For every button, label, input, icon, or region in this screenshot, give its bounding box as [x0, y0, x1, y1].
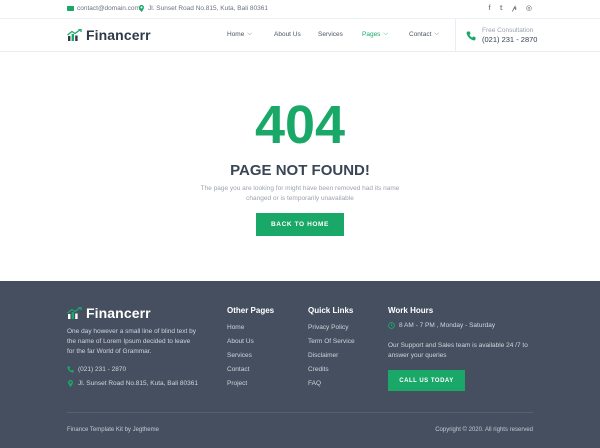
site-footer: Financerr One day however a small line o…: [0, 281, 600, 448]
topbar-email-text: contact@domain.com: [77, 5, 140, 12]
other-pages-heading: Other Pages: [227, 306, 275, 315]
footer-link-term-of-service[interactable]: Term Of Service: [308, 338, 355, 345]
footer-address: Jl. Sunset Road No.815, Kuta, Bali 80361: [67, 380, 198, 387]
footer-logo-text: Financerr: [86, 305, 151, 321]
work-hours: 8 AM - 7 PM , Monday - Saturday: [388, 322, 495, 329]
description-line-1: The page you are looking for might have …: [200, 185, 400, 192]
footer-link-privacy-policy[interactable]: Privacy Policy: [308, 324, 348, 331]
consult-label: Free Consultation: [482, 27, 534, 34]
facebook-icon[interactable]: f: [489, 5, 491, 12]
page-title: PAGE NOT FOUND!: [230, 162, 370, 179]
about-line-1: One day however a small line of blind te…: [67, 328, 196, 335]
nav-pages[interactable]: Pages ⌵: [362, 31, 388, 38]
footer-link-credits[interactable]: Credits: [308, 366, 329, 373]
nav-about-us[interactable]: About Us: [274, 31, 301, 38]
work-hours-text: 8 AM - 7 PM , Monday - Saturday: [399, 322, 496, 329]
clock-icon: [388, 322, 395, 329]
nav-contact-label: Contact: [409, 31, 432, 38]
instagram-icon[interactable]: ◎: [526, 5, 532, 12]
quick-links-heading: Quick Links: [308, 306, 354, 315]
map-pin-icon: [139, 5, 144, 12]
topbar-address: Jl. Sunset Road No.815, Kuta, Bali 80361: [138, 5, 268, 12]
chevron-down-icon: ⌵: [434, 31, 439, 37]
support-text: Our Support and Sales team is available …: [388, 341, 548, 361]
description-line-2: changed or is temporarily unavailable: [246, 195, 354, 202]
footer-link-contact[interactable]: Contact: [227, 366, 249, 373]
phone-icon: [466, 31, 476, 41]
footer-link-about-us[interactable]: About Us: [227, 338, 254, 345]
footer-logo[interactable]: Financerr: [67, 305, 151, 321]
footer-phone-text: (021) 231 - 2870: [78, 366, 127, 373]
site-logo[interactable]: Financerr: [67, 27, 151, 43]
error-code: 404: [254, 95, 346, 155]
footer-link-disclaimer[interactable]: Disclaimer: [308, 352, 338, 359]
free-consultation[interactable]: Free Consultation (021) 231 - 2870: [466, 27, 537, 45]
logo-chart-icon: [67, 29, 82, 41]
nav-about-label: About Us: [274, 31, 301, 38]
map-pin-icon: [68, 380, 73, 387]
about-line-2: the name of Lorem Ipsum decided to leave: [67, 338, 191, 345]
footer-copyright: Copyright © 2020. All rights reserved: [435, 427, 533, 433]
pinterest-icon[interactable]: 𝓅: [512, 5, 517, 12]
social-links: f 𝕥 𝓅 ◎: [489, 5, 532, 12]
back-to-home-button[interactable]: BACK TO HOME: [256, 213, 344, 236]
footer-credit: Finance Template Kit by Jegtheme: [67, 427, 159, 433]
nav-services[interactable]: Services: [318, 31, 343, 38]
logo-text: Financerr: [86, 27, 151, 43]
not-found-section: 404 PAGE NOT FOUND! The page you are loo…: [0, 52, 600, 281]
mail-icon: [67, 6, 74, 11]
footer-divider: [67, 412, 533, 413]
topbar-address-text: Jl. Sunset Road No.815, Kuta, Bali 80361: [148, 5, 268, 12]
nav-services-label: Services: [318, 31, 343, 38]
footer-link-faq[interactable]: FAQ: [308, 380, 321, 387]
twitter-icon[interactable]: 𝕥: [500, 5, 503, 12]
footer-address-text: Jl. Sunset Road No.815, Kuta, Bali 80361: [78, 380, 198, 387]
footer-phone[interactable]: (021) 231 - 2870: [67, 366, 126, 373]
top-bar: contact@domain.com Jl. Sunset Road No.81…: [0, 0, 600, 19]
phone-icon: [67, 366, 74, 373]
support-line-1: Our Support and Sales team is available …: [388, 342, 528, 349]
chevron-down-icon: ⌵: [247, 31, 252, 37]
footer-link-services[interactable]: Services: [227, 352, 252, 359]
work-hours-heading: Work Hours: [388, 306, 434, 315]
nav-contact[interactable]: Contact ⌵: [409, 31, 439, 38]
consult-phone: (021) 231 - 2870: [482, 35, 538, 44]
nav-pages-label: Pages: [362, 31, 381, 38]
chevron-down-icon: ⌵: [383, 31, 388, 37]
nav-home[interactable]: Home ⌵: [227, 31, 252, 38]
footer-about: One day however a small line of blind te…: [67, 327, 207, 357]
nav-home-label: Home: [227, 31, 245, 38]
logo-chart-icon: [67, 307, 82, 319]
call-us-today-button[interactable]: CALL US TODAY: [388, 370, 465, 391]
consult-text: Free Consultation (021) 231 - 2870: [482, 27, 537, 45]
error-description: The page you are looking for might have …: [195, 184, 405, 204]
footer-link-project[interactable]: Project: [227, 380, 247, 387]
header-divider: [455, 19, 456, 52]
topbar-email[interactable]: contact@domain.com: [67, 5, 140, 12]
about-line-3: for the far World of Grammar.: [67, 348, 152, 355]
footer-link-home[interactable]: Home: [227, 324, 244, 331]
support-line-2: answer your queries: [388, 352, 447, 359]
site-header: Financerr Home ⌵ About Us Services Pages…: [0, 19, 600, 52]
